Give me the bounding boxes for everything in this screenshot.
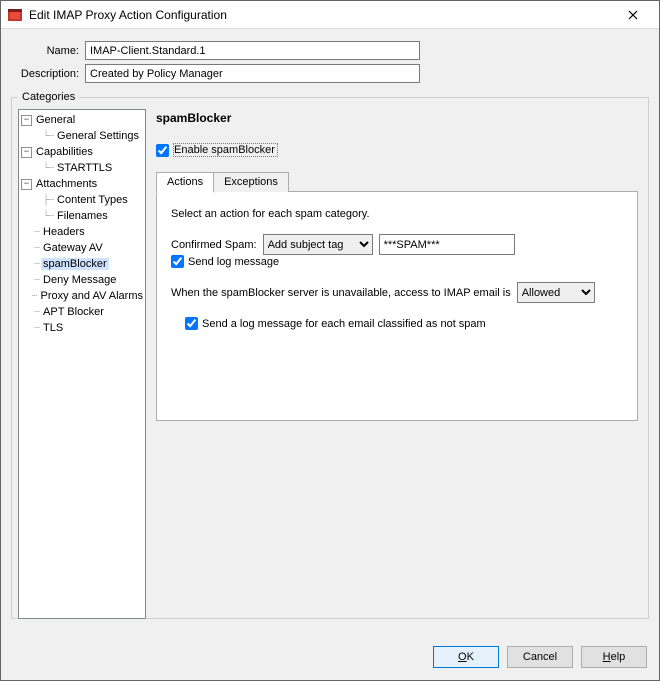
categories-legend: Categories <box>18 91 79 103</box>
tree-item-apt-blocker[interactable]: APT Blocker <box>41 306 106 318</box>
tree-branch-icon: ┄ <box>31 291 36 302</box>
tree-branch-icon: ┄ <box>34 227 39 238</box>
expander-icon[interactable]: − <box>21 147 32 158</box>
settings-panel: spamBlocker Enable spamBlocker Actions E… <box>146 109 642 612</box>
titlebar: Edit IMAP Proxy Action Configuration <box>1 1 659 29</box>
confirmed-spam-action-select[interactable]: Add subject tag <box>263 234 373 255</box>
confirmed-spam-row: Confirmed Spam: Add subject tag Send log… <box>171 234 623 268</box>
tree-item-headers[interactable]: Headers <box>41 226 87 238</box>
tree-item-tls[interactable]: TLS <box>41 322 65 334</box>
send-log-checkbox[interactable] <box>171 255 184 268</box>
close-button[interactable] <box>613 1 653 28</box>
description-label: Description: <box>17 68 79 80</box>
panel-title: spamBlocker <box>156 111 638 125</box>
help-button[interactable]: Help <box>581 646 647 668</box>
not-spam-log-row: Send a log message for each email classi… <box>185 317 623 330</box>
not-spam-log-label[interactable]: Send a log message for each email classi… <box>202 318 486 330</box>
tree-item-gateway-av[interactable]: Gateway AV <box>41 242 105 254</box>
tabstrip: Actions Exceptions <box>156 171 638 192</box>
enable-spamblocker-checkbox[interactable] <box>156 144 169 157</box>
confirmed-spam-label: Confirmed Spam: <box>171 239 257 251</box>
not-spam-log-checkbox[interactable] <box>185 317 198 330</box>
tree-item-deny-message[interactable]: Deny Message <box>41 274 118 286</box>
tree-item-spamblocker[interactable]: spamBlocker <box>41 258 109 270</box>
categories-fieldset: Categories −General └┄General Settings −… <box>11 91 649 619</box>
select-action-note: Select an action for each spam category. <box>171 208 623 220</box>
name-label: Name: <box>17 45 79 57</box>
send-log-label[interactable]: Send log message <box>188 256 279 268</box>
tree-item-proxy-av-alarms[interactable]: Proxy and AV Alarms <box>38 290 145 302</box>
tabs: Actions Exceptions Select an action for … <box>156 171 638 421</box>
tab-actions[interactable]: Actions <box>156 172 214 193</box>
tree-item-attachments[interactable]: Attachments <box>34 178 99 190</box>
tree-branch-icon: ┄ <box>34 275 39 286</box>
description-field[interactable] <box>85 64 420 83</box>
tree-item-filenames[interactable]: Filenames <box>55 210 110 222</box>
name-field[interactable] <box>85 41 420 60</box>
tree-item-capabilities[interactable]: Capabilities <box>34 146 95 158</box>
confirmed-spam-tag-field[interactable] <box>379 234 515 255</box>
enable-spamblocker-row: Enable spamBlocker <box>156 143 638 157</box>
tree-branch-icon: ┄ <box>34 323 39 334</box>
tree-branch-icon: └┄ <box>43 131 53 142</box>
client-area: Name: Description: Categories −General └… <box>1 29 659 680</box>
unavailable-row: When the spamBlocker server is unavailab… <box>171 282 623 303</box>
close-icon <box>628 10 638 20</box>
ok-button[interactable]: OK <box>433 646 499 668</box>
enable-spamblocker-label[interactable]: Enable spamBlocker <box>173 143 278 157</box>
send-log-row: Send log message <box>171 255 279 268</box>
expander-icon[interactable]: − <box>21 179 32 190</box>
tree-item-content-types[interactable]: Content Types <box>55 194 130 206</box>
tree-branch-icon: ┄ <box>34 307 39 318</box>
tree-branch-icon: └┄ <box>43 211 53 222</box>
tree-item-general[interactable]: General <box>34 114 77 126</box>
expander-icon[interactable]: − <box>21 115 32 126</box>
tree-branch-icon: ├┄ <box>43 195 53 206</box>
tree-branch-icon: └┄ <box>43 163 53 174</box>
tab-exceptions[interactable]: Exceptions <box>213 172 289 192</box>
dialog-window: Edit IMAP Proxy Action Configuration Nam… <box>0 0 660 681</box>
dialog-buttons: OK Cancel Help <box>433 646 647 668</box>
categories-tree[interactable]: −General └┄General Settings −Capabilitie… <box>18 109 146 619</box>
tab-panel-actions: Select an action for each spam category.… <box>156 191 638 421</box>
name-row: Name: <box>17 41 649 60</box>
app-icon <box>7 7 23 23</box>
cancel-button[interactable]: Cancel <box>507 646 573 668</box>
tree-branch-icon: ┄ <box>34 243 39 254</box>
tree-branch-icon: ┄ <box>34 259 39 270</box>
description-row: Description: <box>17 64 649 83</box>
unavailable-action-select[interactable]: Allowed <box>517 282 595 303</box>
unavailable-label: When the spamBlocker server is unavailab… <box>171 287 511 299</box>
window-title: Edit IMAP Proxy Action Configuration <box>29 8 613 22</box>
tree-item-starttls[interactable]: STARTTLS <box>55 162 114 174</box>
tree-item-general-settings[interactable]: General Settings <box>55 130 141 142</box>
